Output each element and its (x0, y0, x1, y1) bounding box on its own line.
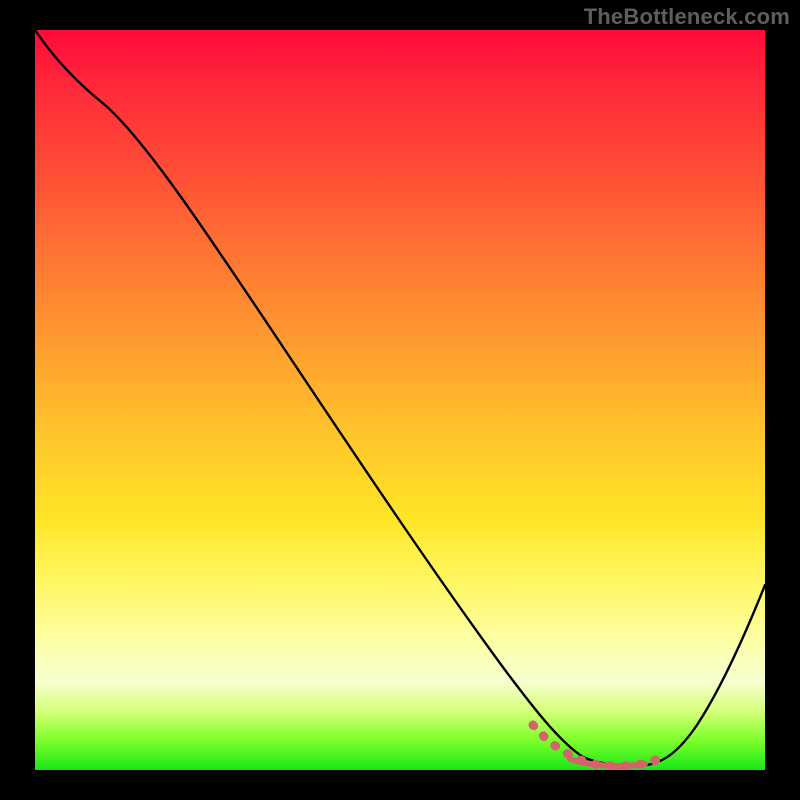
curve-layer (35, 30, 765, 770)
bottleneck-curve (35, 30, 765, 766)
plot-area (35, 30, 765, 770)
watermark-text: TheBottleneck.com (584, 4, 790, 30)
chart-frame: TheBottleneck.com (0, 0, 800, 800)
